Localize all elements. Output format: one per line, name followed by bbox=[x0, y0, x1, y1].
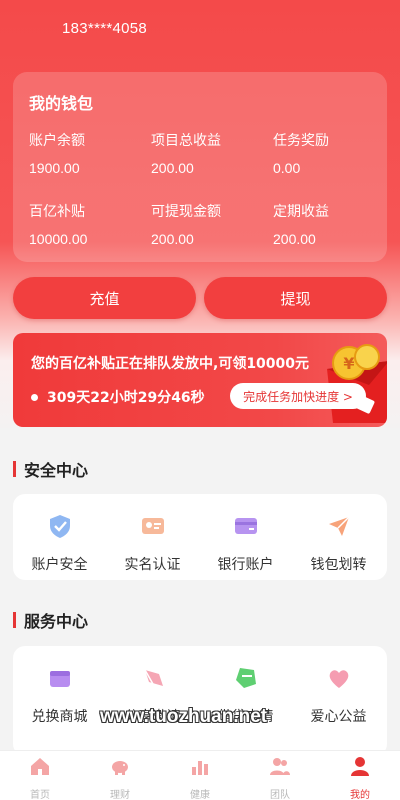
wallet-card: 我的钱包 账户余额 1900.00 项目总收益 200.00 任务奖励 0.00… bbox=[13, 72, 387, 262]
tab-team[interactable]: 团队 bbox=[240, 755, 320, 800]
tab-label: 理财 bbox=[110, 790, 130, 800]
tab-profile[interactable]: 我的 bbox=[320, 755, 400, 800]
speed-up-button[interactable]: 完成任务加快进度 > bbox=[230, 383, 366, 409]
profile-icon bbox=[351, 757, 369, 776]
health-icon bbox=[192, 761, 208, 775]
grid-item-label: 兑换商城 bbox=[31, 709, 88, 725]
wallet-item-value: 1900.00 bbox=[29, 160, 80, 176]
watermark: www.tuozhuan.net bbox=[100, 706, 268, 727]
wallet-item-label: 可提现金额 bbox=[151, 204, 221, 220]
shield-icon bbox=[49, 515, 70, 538]
wallet-item-label: 百亿补贴 bbox=[29, 204, 85, 220]
wallet-item-fixed-income[interactable]: 定期收益 200.00 bbox=[273, 201, 329, 247]
transfer-icon bbox=[328, 516, 350, 536]
loan-icon bbox=[235, 668, 256, 688]
wallet-item-withdrawable[interactable]: 可提现金额 200.00 bbox=[151, 201, 221, 247]
tab-label: 团队 bbox=[270, 790, 290, 800]
wallet-item-value: 0.00 bbox=[273, 160, 301, 176]
piggy-bank-icon bbox=[112, 761, 128, 775]
tab-health[interactable]: 健康 bbox=[160, 755, 240, 800]
service-item-charity[interactable]: 爱心公益 bbox=[292, 664, 385, 726]
countdown-text: 309天22小时29分46秒 bbox=[47, 390, 205, 406]
section-title-text: 安全中心 bbox=[24, 461, 89, 480]
security-card: 账户安全 实名认证 银行账户 钱包划转 bbox=[13, 494, 387, 580]
grid-item-label: 账户安全 bbox=[31, 557, 88, 573]
wallet-item-label: 任务奖励 bbox=[273, 133, 329, 149]
tab-home[interactable]: 首页 bbox=[0, 755, 80, 800]
security-item-transfer[interactable]: 钱包划转 bbox=[292, 512, 385, 574]
service-item-mall[interactable]: 兑换商城 bbox=[13, 664, 106, 726]
wallet-title: 我的钱包 bbox=[29, 94, 94, 113]
wallet-item-value: 200.00 bbox=[273, 231, 316, 247]
bank-card-icon bbox=[234, 518, 257, 534]
wallet-item-label: 定期收益 bbox=[273, 204, 329, 220]
withdraw-button[interactable]: 提现 bbox=[204, 277, 387, 319]
id-card-icon bbox=[141, 518, 164, 534]
red-envelope-icon: ¥ bbox=[327, 344, 387, 423]
wallet-item-value: 10000.00 bbox=[29, 231, 88, 247]
svg-text:¥: ¥ bbox=[343, 354, 354, 373]
security-item-bank[interactable]: 银行账户 bbox=[199, 512, 292, 574]
wallet-item-task-reward[interactable]: 任务奖励 0.00 bbox=[273, 130, 329, 176]
security-item-account[interactable]: 账户安全 bbox=[13, 512, 106, 574]
user-phone: 183****4058 bbox=[62, 20, 148, 37]
tab-label: 我的 bbox=[350, 790, 370, 800]
subsidy-banner[interactable]: ¥ 您的百亿补贴正在排队发放中,可领10000元 309天22小时29分46秒 … bbox=[13, 333, 387, 427]
section-marker bbox=[13, 461, 16, 477]
wallet-item-balance[interactable]: 账户余额 1900.00 bbox=[29, 130, 85, 176]
security-section-title: 安全中心 bbox=[13, 457, 88, 481]
team-icon bbox=[270, 758, 290, 775]
section-marker bbox=[13, 612, 16, 628]
grid-item-label: 钱包划转 bbox=[310, 557, 367, 573]
tab-label: 健康 bbox=[190, 790, 210, 800]
wallet-item-project-income[interactable]: 项目总收益 200.00 bbox=[151, 130, 221, 176]
grid-item-label: 爱心公益 bbox=[310, 709, 367, 725]
wallet-item-value: 200.00 bbox=[151, 160, 194, 176]
services-section-title: 服务中心 bbox=[13, 608, 88, 632]
subsidy-message: 您的百亿补贴正在排队发放中,可领10000元 bbox=[31, 356, 310, 372]
services-card: 兑换商城 分享邀请 借贷申请 爱心公益 bbox=[13, 646, 387, 756]
share-icon bbox=[143, 669, 163, 686]
countdown: 309天22小时29分46秒 bbox=[31, 387, 205, 407]
tab-label: 首页 bbox=[30, 790, 50, 800]
bottom-tab-bar: 首页 理财 健康 团队 我的 bbox=[0, 750, 400, 800]
wallet-item-label: 项目总收益 bbox=[151, 133, 221, 149]
security-item-realname[interactable]: 实名认证 bbox=[106, 512, 199, 574]
grid-item-label: 银行账户 bbox=[217, 557, 274, 573]
wallet-item-subsidy[interactable]: 百亿补贴 10000.00 bbox=[29, 201, 87, 247]
wallet-item-value: 200.00 bbox=[151, 231, 194, 247]
charity-icon bbox=[329, 670, 348, 688]
home-icon bbox=[31, 758, 49, 775]
recharge-button[interactable]: 充值 bbox=[13, 277, 196, 319]
tab-finance[interactable]: 理财 bbox=[80, 755, 160, 800]
section-title-text: 服务中心 bbox=[24, 612, 89, 631]
mall-icon bbox=[49, 671, 70, 687]
bullet-dot bbox=[31, 393, 38, 401]
grid-item-label: 实名认证 bbox=[124, 557, 181, 573]
wallet-item-label: 账户余额 bbox=[29, 133, 85, 149]
